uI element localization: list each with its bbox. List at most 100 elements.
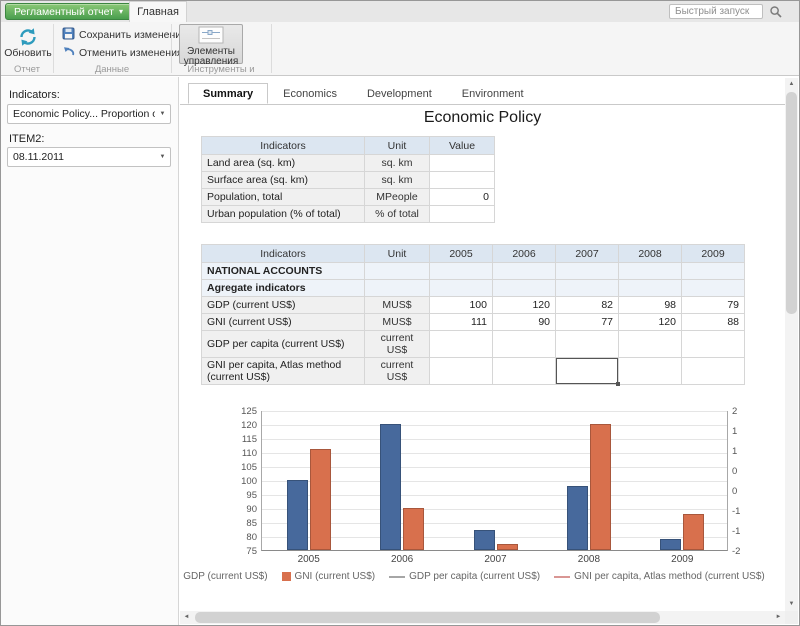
application-window: Регламентный отчет ▾ Главная [0,0,800,626]
scroll-left-button[interactable]: ◄ [180,611,193,624]
data-cell[interactable] [619,331,682,358]
value-cell[interactable] [430,206,495,223]
data-cell[interactable] [430,331,493,358]
refresh-label: Обновить [4,47,52,59]
unit-cell: current US$ [365,331,430,358]
data-cell[interactable] [682,331,745,358]
unit-cell: MPeople [365,189,430,206]
legend-label: GNI per capita, Atlas method (current US… [574,571,765,582]
chart-plot: 758085909510010511011512012521100-1-1-22… [261,411,728,551]
data-cell [619,263,682,280]
column-header: 2009 [682,245,745,263]
selection-handle[interactable] [616,382,620,386]
unit-cell: sq. km [365,155,430,172]
caret-down-icon[interactable]: ▼ [155,154,170,160]
y-axis-tick: 120 [229,420,257,431]
tab-economics[interactable]: Economics [268,83,352,104]
table-row: GNI per capita, Atlas method (current US… [202,358,745,385]
indicator-cell: Land area (sq. km) [202,155,365,172]
unit-cell: sq. km [365,172,430,189]
data-cell[interactable] [493,331,556,358]
table-row: Agregate indicators [202,280,745,297]
undo-changes-label: Отменить изменения [79,47,183,59]
horizontal-scrollbar[interactable]: ◄ ► [180,611,785,624]
scroll-right-button[interactable]: ► [772,611,785,624]
data-cell[interactable] [619,358,682,385]
indicators-combobox[interactable]: Economic Policy... Proportion of s... (1… [7,104,171,124]
indicators-value-table: IndicatorsUnitValueLand area (sq. km)sq.… [201,136,495,223]
data-cell[interactable] [682,358,745,385]
scroll-down-button[interactable]: ▼ [785,598,798,611]
y-axis-tick: 100 [229,476,257,487]
caret-down-icon[interactable]: ▼ [155,111,170,117]
value-cell[interactable] [430,155,495,172]
y-axis-tick: 115 [229,434,257,445]
vertical-scrollbar[interactable]: ▲ ▼ [785,78,798,611]
data-cell[interactable] [430,358,493,385]
magnifier-icon[interactable] [769,5,783,19]
ribbon-tab-home[interactable]: Главная [129,1,187,22]
quick-search-input[interactable] [669,4,763,19]
data-cell[interactable]: 98 [619,297,682,314]
legend-item: GDP (current US$) [180,571,268,582]
x-axis-label: 2007 [466,554,526,565]
indicator-cell: Population, total [202,189,365,206]
legend-label: GDP per capita (current US$) [409,571,540,582]
page-title: Economic Policy [180,109,785,127]
data-cell[interactable]: 111 [430,314,493,331]
tab-environment[interactable]: Environment [447,83,539,104]
secondary-y-axis-tick: 0 [732,486,737,497]
data-cell[interactable]: 79 [682,297,745,314]
horizontal-scrollbar-thumb[interactable] [195,612,660,623]
data-cell[interactable] [493,358,556,385]
value-cell[interactable]: 0 [430,189,495,206]
data-cell [493,263,556,280]
unit-cell: MUS$ [365,314,430,331]
group-label-report: Отчет [1,64,53,75]
indicators-label: Indicators: [9,89,60,101]
item2-combobox-value: 08.11.2011 [8,151,155,163]
data-cell[interactable]: 77 [556,314,619,331]
secondary-y-axis-tick: -2 [732,546,740,557]
report-menu-button[interactable]: Регламентный отчет ▾ [5,3,132,20]
data-cell [556,280,619,297]
bar-gdp-2009 [660,539,681,550]
value-cell[interactable] [430,172,495,189]
data-cell[interactable]: 120 [493,297,556,314]
x-axis-label: 2006 [372,554,432,565]
scroll-up-button[interactable]: ▲ [785,78,798,91]
table-row: Land area (sq. km)sq. km [202,155,495,172]
refresh-button[interactable]: Обновить [3,24,53,64]
indicator-cell: Surface area (sq. km) [202,172,365,189]
legend-marker [389,576,405,578]
data-cell[interactable] [556,331,619,358]
column-header: Unit [365,245,430,263]
item2-label: ITEM2: [9,133,44,145]
tab-development[interactable]: Development [352,83,447,104]
y-axis-tick: 95 [229,490,257,501]
gridline [262,439,727,440]
table-row: Population, totalMPeople0 [202,189,495,206]
column-header: 2005 [430,245,493,263]
unit-cell: % of total [365,206,430,223]
data-cell[interactable]: 100 [430,297,493,314]
data-cell[interactable]: 82 [556,297,619,314]
column-header: 2007 [556,245,619,263]
y-axis-tick: 110 [229,448,257,459]
data-cell [430,280,493,297]
data-cell[interactable]: 90 [493,314,556,331]
controls-button[interactable]: Элементы управления [179,24,243,64]
legend-label: GNI (current US$) [295,571,376,582]
selected-cell[interactable] [556,358,619,385]
unit-cell [365,280,430,297]
item2-combobox[interactable]: 08.11.2011 ▼ [7,147,171,167]
y-axis-tick: 80 [229,532,257,543]
data-cell[interactable]: 120 [619,314,682,331]
undo-changes-button[interactable]: Отменить изменения [59,44,186,61]
data-cell [682,263,745,280]
vertical-scrollbar-thumb[interactable] [786,92,797,314]
data-cell[interactable]: 88 [682,314,745,331]
secondary-y-axis-tick: 0 [732,466,737,477]
gridline [262,467,727,468]
tab-summary[interactable]: Summary [188,83,268,104]
